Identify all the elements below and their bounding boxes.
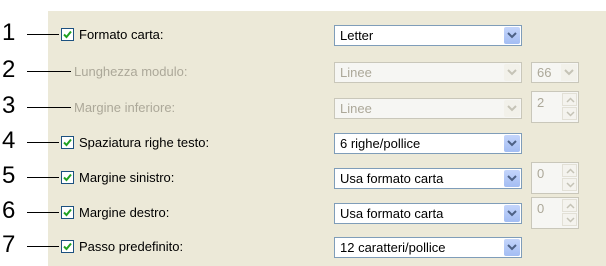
chevron-down-icon [507,69,517,76]
formato-carta-value: Letter [340,28,374,43]
lunghezza-modulo-value: Linee [340,65,372,80]
passo-predefinito-label: Passo predefinito: [79,239,184,254]
margine-inferiore-spin-value: 2 [537,95,545,110]
spaziatura-righe-label: Spaziatura righe testo: [79,135,210,150]
lunghezza-modulo-lines-dropdown-button [561,64,577,81]
spin-down-button [562,213,577,226]
passo-predefinito-checkbox[interactable] [61,240,74,253]
spin-down-button [562,178,577,191]
checkmark-icon [63,242,72,251]
chevron-down-icon [566,182,575,188]
chevron-down-icon [566,217,575,223]
margine-destro-dropdown-button[interactable] [504,205,520,222]
margine-destro-spinner: 0 [531,197,579,229]
spin-up-button [562,93,577,106]
formato-carta-label: Formato carta: [79,27,164,42]
lunghezza-modulo-dropdown-button [504,64,520,81]
chevron-down-icon [507,175,517,182]
formato-carta-checkbox[interactable] [61,28,74,41]
spaziatura-righe-checkbox[interactable] [61,136,74,149]
chevron-down-icon [564,69,574,76]
margine-inferiore-select: Linee [334,98,522,119]
checkmark-icon [63,208,72,217]
spin-up-button [562,164,577,177]
callout-number-5: 5 [2,162,16,189]
margine-inferiore-spinner: 2 [531,91,579,123]
margine-sinistro-checkbox[interactable] [61,171,74,184]
margine-sinistro-label: Margine sinistro: [79,170,175,185]
margine-sinistro-dropdown-button[interactable] [504,170,520,187]
lunghezza-modulo-lines-select: 66 [531,62,579,83]
margine-destro-label: Margine destro: [79,205,170,220]
formato-carta-select[interactable]: Letter [334,25,522,46]
chevron-up-icon [566,168,575,174]
margine-sinistro-value: Usa formato carta [340,171,444,186]
callout-number-1: 1 [2,19,16,46]
passo-predefinito-select[interactable]: 12 caratteri/pollice [334,237,522,258]
spin-up-button [562,199,577,212]
passo-predefinito-value: 12 caratteri/pollice [340,240,446,255]
checkmark-icon [63,138,72,147]
chevron-down-icon [507,32,517,39]
lunghezza-modulo-lines-value: 66 [537,65,552,80]
spaziatura-righe-select[interactable]: 6 righe/pollice [334,133,522,154]
spaziatura-righe-value: 6 righe/pollice [340,136,421,151]
callout-number-2: 2 [2,56,16,83]
callout-line [27,107,71,108]
margine-sinistro-spin-value: 0 [537,166,545,181]
callout-line [27,177,59,178]
margine-destro-select[interactable]: Usa formato carta [334,203,522,224]
callout-number-4: 4 [2,127,16,154]
callout-number-7: 7 [2,231,16,258]
chevron-down-icon [507,244,517,251]
callout-line [27,71,71,72]
margine-destro-checkbox[interactable] [61,206,74,219]
chevron-down-icon [507,140,517,147]
margine-inferiore-value: Linee [340,101,372,116]
margine-sinistro-spinner: 0 [531,162,579,194]
margine-destro-spin-value: 0 [537,201,545,216]
passo-predefinito-dropdown-button[interactable] [504,239,520,256]
lunghezza-modulo-label: Lunghezza modulo: [74,64,188,79]
checkmark-icon [63,30,72,39]
lunghezza-modulo-select: Linee [334,62,522,83]
callout-line [27,246,59,247]
callout-number-3: 3 [2,92,16,119]
margine-inferiore-label: Margine inferiore: [74,100,176,115]
margine-inferiore-dropdown-button [504,100,520,117]
margine-destro-value: Usa formato carta [340,206,444,221]
chevron-up-icon [566,203,575,209]
margine-sinistro-select[interactable]: Usa formato carta [334,168,522,189]
callout-line [27,34,59,35]
chevron-down-icon [566,111,575,117]
callout-number-6: 6 [2,197,16,224]
callout-line [27,212,59,213]
checkmark-icon [63,173,72,182]
spin-down-button [562,107,577,120]
chevron-down-icon [507,210,517,217]
chevron-up-icon [566,97,575,103]
formato-carta-dropdown-button[interactable] [504,27,520,44]
callout-line [27,142,59,143]
spaziatura-righe-dropdown-button[interactable] [504,135,520,152]
chevron-down-icon [507,105,517,112]
